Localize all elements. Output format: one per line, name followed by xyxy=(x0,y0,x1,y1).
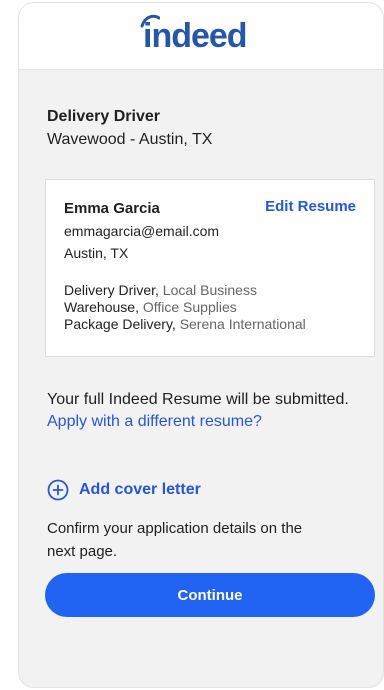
list-item: Package Delivery, Serena International xyxy=(64,316,306,332)
resume-email: emmagarcia@email.com xyxy=(64,223,220,239)
add-cover-letter-button[interactable]: Add cover letter xyxy=(47,479,201,501)
confirm-text: Confirm your application details on the … xyxy=(47,520,303,560)
different-resume-link[interactable]: Apply with a different resume? xyxy=(47,413,262,431)
indeed-logo[interactable]: indeed xyxy=(143,16,248,56)
job-location: Wavewood - Austin, TX xyxy=(47,131,213,148)
list-item: Warehouse, Office Supplies xyxy=(64,299,237,315)
resume-city: Austin, TX xyxy=(64,245,129,261)
plus-circle-icon xyxy=(47,479,69,501)
edit-resume-link[interactable]: Edit Resume xyxy=(265,198,356,215)
experience-role: Package Delivery xyxy=(64,316,172,332)
resume-name: Emma Garcia xyxy=(64,200,160,217)
job-info: Delivery Driver Wavewood - Austin, TX xyxy=(47,107,367,150)
experience-org: Local Business xyxy=(162,282,257,298)
add-cover-letter-label: Add cover letter xyxy=(79,481,201,498)
job-title: Delivery Driver xyxy=(47,108,160,125)
experience-role: Warehouse xyxy=(64,299,136,315)
resume-card: Emma Garcia Edit Resume emmagarcia@email… xyxy=(45,179,375,357)
experience-org: Serena International xyxy=(179,316,306,332)
resume-experience-list: Delivery Driver, Local Business Warehous… xyxy=(64,282,306,333)
continue-button[interactable]: Continue xyxy=(45,573,375,617)
application-card: indeed Delivery Driver Wavewood - Austin… xyxy=(18,2,384,688)
experience-role: Delivery Driver xyxy=(64,282,156,298)
experience-org: Office Supplies xyxy=(142,299,237,315)
header: indeed xyxy=(19,3,383,70)
submit-note: Your full Indeed Resume will be submitte… xyxy=(47,391,349,408)
list-item: Delivery Driver, Local Business xyxy=(64,282,257,298)
